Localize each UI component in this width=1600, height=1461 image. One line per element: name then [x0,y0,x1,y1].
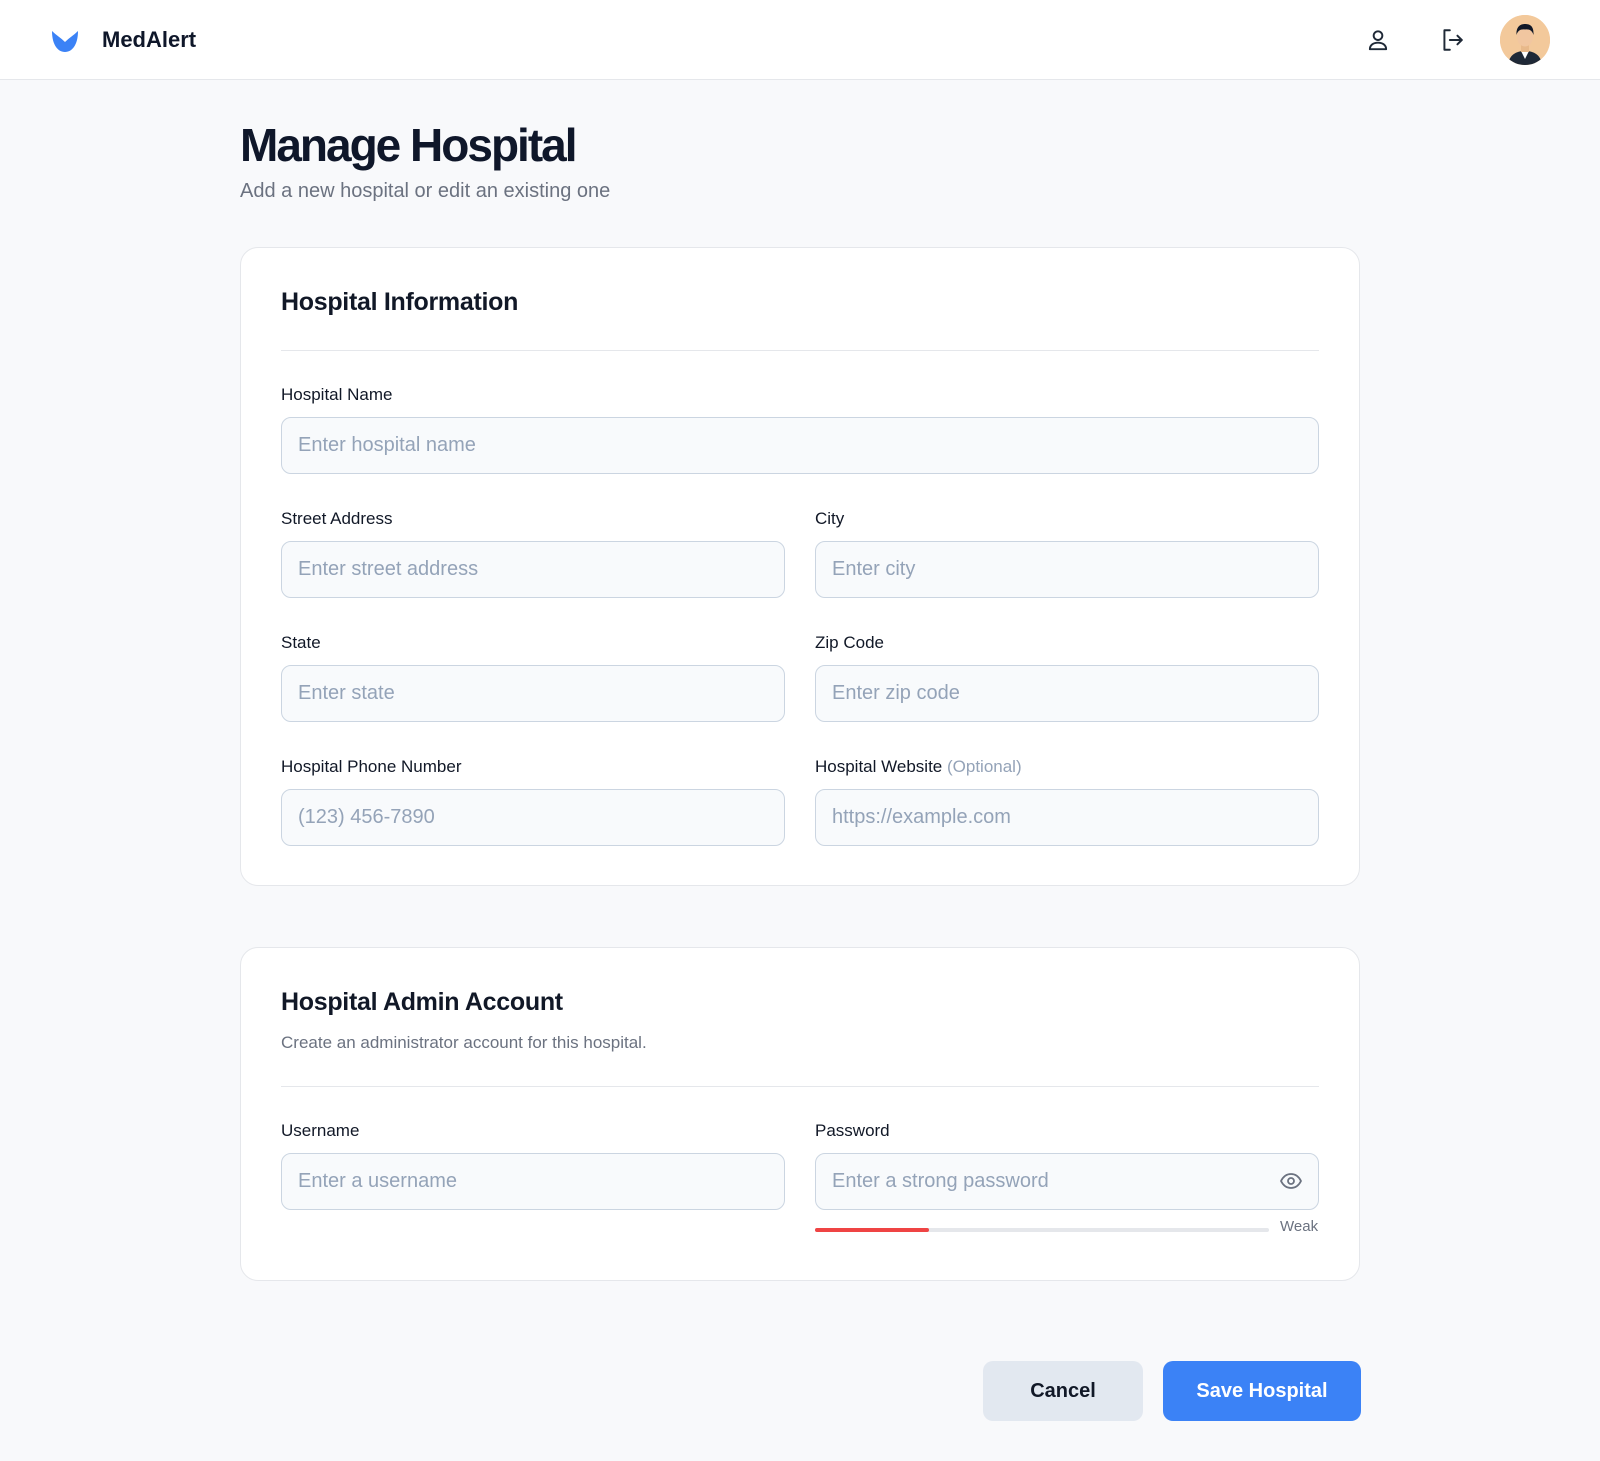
username-label: Username [281,1121,360,1140]
street-address-label: Street Address [281,509,393,528]
medalert-logo-icon [50,25,80,55]
brand[interactable]: MedAlert [50,22,196,58]
hospital-name-input[interactable] [281,417,1319,474]
website-input[interactable] [815,789,1319,846]
password-strength-label: Weak [1280,1218,1319,1235]
zip-code-input[interactable] [815,665,1319,722]
hospital-admin-account-card: Hospital Admin Account Create an adminis… [240,947,1360,1281]
city-label: City [815,509,845,528]
page-subtitle: Add a new hospital or edit an existing o… [240,180,611,202]
section-divider [281,350,1319,351]
city-input[interactable] [815,541,1319,598]
user-icon[interactable] [1360,22,1396,58]
user-avatar[interactable] [1500,15,1550,65]
section-divider [281,1086,1319,1087]
zip-code-label: Zip Code [815,633,884,652]
cancel-button[interactable]: Cancel [983,1361,1143,1421]
website-label: Hospital Website (Optional) [815,757,1022,777]
password-strength-fill [815,1228,929,1232]
username-input[interactable] [281,1153,785,1210]
street-address-input[interactable] [281,541,785,598]
password-strength-meter [815,1228,1269,1232]
top-navigation-bar: MedAlert [0,0,1600,80]
page-title: Manage Hospital [240,119,578,171]
app-name: MedAlert [102,27,197,52]
logout-icon[interactable] [1434,22,1470,58]
password-label: Password [815,1121,890,1140]
website-label-text: Hospital Website [815,757,943,776]
optional-note: (Optional) [946,757,1022,776]
section-title: Hospital Information [281,288,519,316]
phone-label: Hospital Phone Number [281,757,462,776]
eye-icon[interactable] [1277,1167,1305,1195]
hospital-name-label: Hospital Name [281,385,393,404]
section-title: Hospital Admin Account [281,988,563,1016]
hospital-information-card: Hospital Information Hospital Name Stree… [240,247,1360,886]
state-input[interactable] [281,665,785,722]
state-label: State [281,633,321,652]
section-description: Create an administrator account for this… [281,1033,647,1052]
save-hospital-button[interactable]: Save Hospital [1163,1361,1361,1421]
password-input[interactable] [815,1153,1319,1210]
phone-input[interactable] [281,789,785,846]
